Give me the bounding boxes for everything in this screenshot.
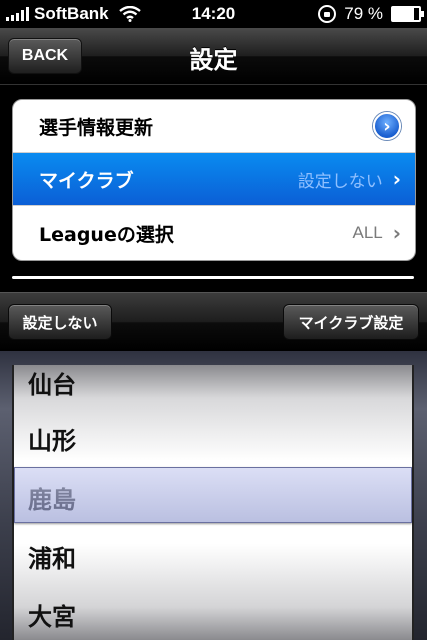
chevron-right-icon: › <box>392 167 401 191</box>
signal-strength-icon <box>6 7 29 21</box>
settings-row-league[interactable]: Leagueの選択 ALL › <box>13 206 415 260</box>
row-label: 選手情報更新 <box>39 116 154 139</box>
picker-item[interactable]: 浦和 <box>28 539 76 574</box>
set-my-club-button[interactable]: マイクラブ設定 <box>283 304 419 340</box>
picker-toolbar: 設定しない マイクラブ設定 <box>0 292 427 351</box>
picker-item[interactable]: 仙台 <box>28 365 76 400</box>
divider <box>12 276 414 279</box>
detail-disclosure-icon[interactable]: › <box>373 112 401 140</box>
row-label: Leagueの選択 <box>39 223 174 246</box>
status-bar: SoftBank 14:20 79 % <box>0 0 427 28</box>
picker-selection-indicator <box>14 467 412 523</box>
picker-item[interactable]: 山形 <box>28 421 76 456</box>
rotation-lock-icon <box>318 5 337 23</box>
chevron-right-icon: › <box>392 221 401 245</box>
wifi-icon <box>118 5 141 22</box>
picker-item[interactable]: 大宮 <box>28 597 76 632</box>
navigation-bar: BACK 設定 <box>0 28 427 85</box>
battery-icon <box>391 6 424 22</box>
row-label: マイクラブ <box>39 169 134 192</box>
settings-row-player-update[interactable]: 選手情報更新 › <box>13 100 415 153</box>
settings-table: 選手情報更新 › マイクラブ 設定しない › Leagueの選択 ALL › <box>12 99 416 261</box>
page-title: 設定 <box>189 46 238 74</box>
battery-percentage: 79 % <box>344 4 383 23</box>
row-value: ALL <box>352 223 383 242</box>
settings-area: 選手情報更新 › マイクラブ 設定しない › Leagueの選択 ALL › <box>0 85 427 291</box>
row-value: 設定しない <box>297 171 383 191</box>
carrier-name: SoftBank <box>34 4 109 23</box>
no-setting-button[interactable]: 設定しない <box>8 304 112 340</box>
settings-row-my-club[interactable]: マイクラブ 設定しない › <box>13 153 415 206</box>
